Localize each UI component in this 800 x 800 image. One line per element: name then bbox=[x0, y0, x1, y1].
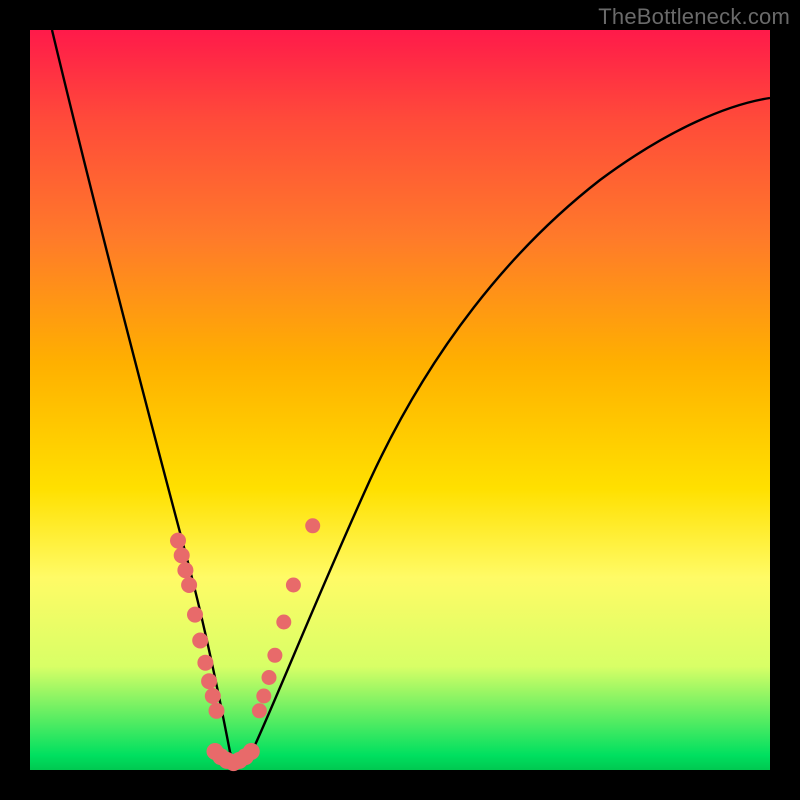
marker-dot bbox=[177, 562, 193, 578]
outer-frame: TheBottleneck.com bbox=[0, 0, 800, 800]
watermark-text: TheBottleneck.com bbox=[598, 4, 790, 30]
chart-svg bbox=[30, 30, 770, 770]
marker-dot bbox=[205, 688, 221, 704]
marker-dot bbox=[262, 670, 277, 685]
marker-dot bbox=[256, 689, 271, 704]
plot-area bbox=[30, 30, 770, 770]
bottleneck-curve bbox=[52, 30, 770, 761]
marker-dot bbox=[305, 518, 320, 533]
marker-dot bbox=[197, 655, 213, 671]
marker-dot bbox=[187, 607, 203, 623]
marker-dot bbox=[243, 743, 260, 760]
marker-dot bbox=[209, 703, 225, 719]
marker-dot bbox=[252, 703, 267, 718]
marker-dot bbox=[181, 577, 197, 593]
marker-dot bbox=[174, 547, 190, 563]
marker-dot bbox=[286, 578, 301, 593]
marker-dot bbox=[192, 633, 208, 649]
marker-dot bbox=[276, 615, 291, 630]
marker-dot bbox=[201, 673, 217, 689]
marker-dot bbox=[267, 648, 282, 663]
marker-dot bbox=[170, 533, 186, 549]
